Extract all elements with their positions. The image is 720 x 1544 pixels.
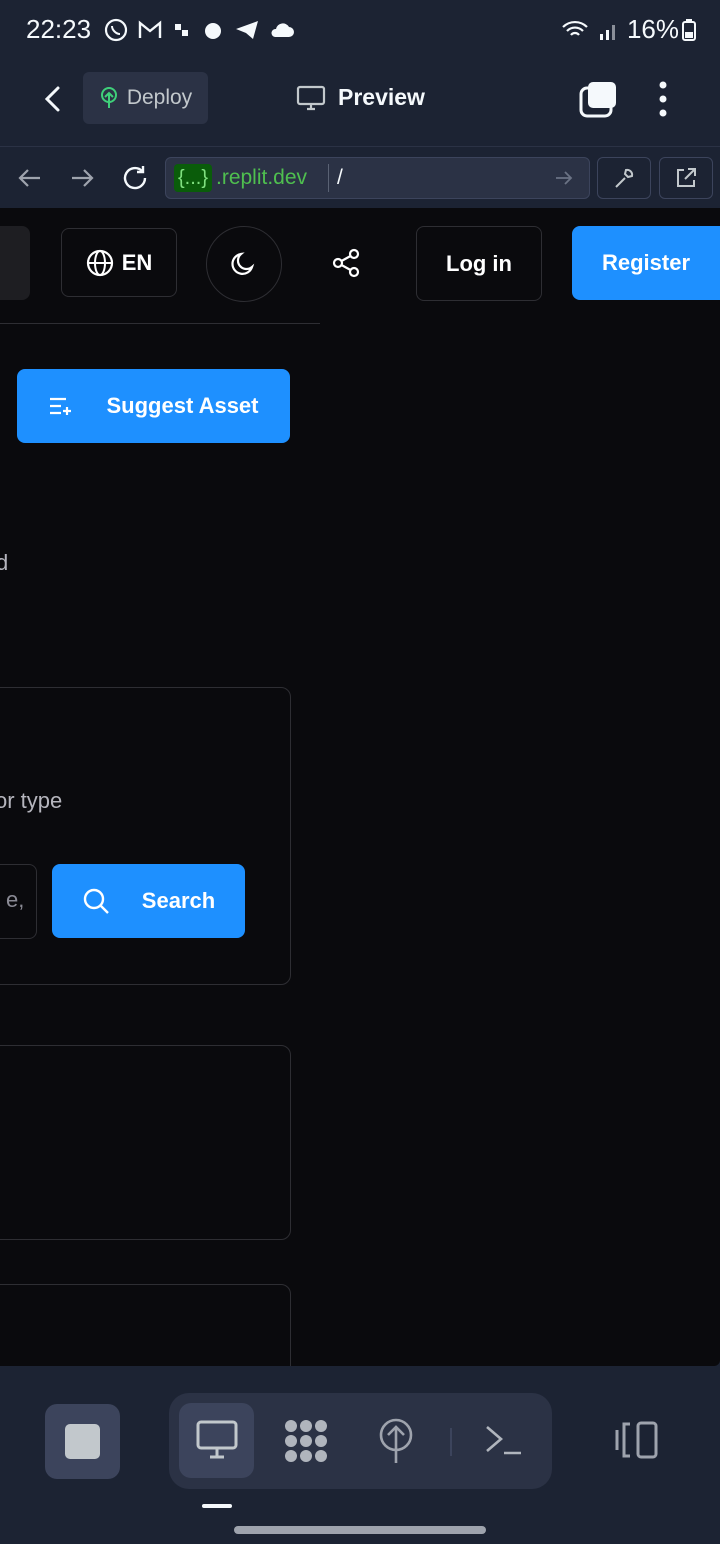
whatsapp-icon [104, 18, 128, 42]
agent-icon [285, 1420, 327, 1462]
wrench-icon [615, 168, 634, 188]
signal-icon [600, 25, 615, 40]
view-tab-group [169, 1393, 552, 1489]
status-time: 22:23 [26, 14, 92, 44]
browser-forward-button[interactable] [68, 165, 96, 191]
search-input-text: e, [6, 887, 25, 912]
tabs-icon [579, 82, 616, 118]
deploy-icon [379, 1418, 413, 1463]
side-panel-icon [615, 1421, 658, 1459]
url-path: / [328, 164, 343, 192]
gmail-icon [138, 20, 162, 38]
status-bar: 22:23 16% [0, 0, 720, 60]
search-hint-text: or type [0, 788, 63, 813]
cloud-icon [271, 23, 294, 37]
app-header: Deploy Preview [0, 60, 720, 146]
tab-deployments[interactable] [376, 1417, 416, 1465]
deploy-label: Deploy [126, 86, 193, 109]
monitor-icon [296, 85, 326, 110]
battery-level: 16% [627, 14, 696, 45]
share-button[interactable] [331, 248, 361, 278]
header-divider [0, 323, 320, 324]
back-button[interactable] [38, 84, 66, 114]
home-indicator[interactable] [234, 1526, 486, 1534]
content-card [0, 1284, 291, 1366]
search-input[interactable]: e, [0, 864, 37, 939]
partial-control[interactable] [0, 226, 30, 300]
content-card [0, 1045, 291, 1240]
moon-icon [231, 252, 255, 275]
reload-button[interactable] [120, 163, 150, 193]
arrow-right-icon [72, 169, 94, 187]
tabs-button[interactable] [578, 80, 618, 118]
suggest-asset-button[interactable]: Suggest Asset [17, 369, 290, 443]
preview-webview: EN Log in Register Suggest Asset d or ty… [0, 208, 720, 1366]
url-bar: {...} .replit.dev / [0, 146, 720, 209]
chevron-left-icon [44, 86, 60, 112]
globe-icon [86, 249, 113, 276]
tab-divider [450, 1428, 452, 1456]
theme-toggle-button[interactable] [206, 226, 282, 302]
telegram-icon [236, 21, 258, 39]
search-card: or type e, Search [0, 687, 291, 985]
preview-tab-title: Preview [296, 84, 425, 111]
monitor-icon [196, 1420, 238, 1459]
puzzle-icon [205, 23, 221, 39]
battery-text: 16% [626, 14, 679, 44]
deploy-button[interactable]: Deploy [83, 72, 208, 124]
terminal-icon [486, 1426, 521, 1455]
more-vertical-icon [659, 81, 667, 117]
url-host: .replit.dev [216, 166, 308, 189]
more-options-button[interactable] [652, 80, 674, 118]
devtools-button[interactable] [597, 157, 651, 199]
register-button[interactable]: Register [572, 226, 720, 300]
language-button[interactable]: EN [61, 228, 177, 297]
url-input[interactable]: {...} .replit.dev / [165, 157, 590, 199]
battery-icon [682, 18, 696, 41]
notification-icons [104, 18, 295, 42]
language-label: EN [121, 249, 153, 275]
layout-toggle-button[interactable] [614, 1420, 660, 1460]
arrow-left-icon [18, 169, 40, 187]
reload-icon [123, 166, 147, 190]
open-new-tab-button[interactable] [659, 157, 713, 199]
external-link-icon [677, 168, 696, 187]
browser-back-button[interactable] [16, 165, 44, 191]
wifi-icon [562, 20, 588, 36]
search-label: Search [141, 888, 216, 913]
url-badge: {...} [174, 164, 213, 192]
preview-label: Preview [338, 84, 425, 110]
stop-button[interactable] [45, 1404, 120, 1479]
tab-agent[interactable] [282, 1417, 330, 1465]
active-tab-indicator [202, 1504, 232, 1508]
partial-description: d [0, 550, 9, 575]
list-plus-icon [50, 397, 72, 415]
share-icon [332, 248, 360, 278]
system-icons [560, 18, 620, 42]
tab-preview[interactable] [179, 1403, 254, 1478]
stop-icon [65, 1424, 100, 1459]
login-button[interactable]: Log in [416, 226, 542, 301]
app-icon [175, 24, 188, 36]
tab-console[interactable] [484, 1423, 524, 1459]
bottom-toolbar [0, 1366, 720, 1544]
go-arrow-icon[interactable] [554, 168, 574, 188]
suggest-asset-label: Suggest Asset [106, 393, 259, 418]
search-icon [83, 888, 109, 914]
deploy-icon [100, 87, 117, 108]
search-button[interactable]: Search [52, 864, 245, 938]
